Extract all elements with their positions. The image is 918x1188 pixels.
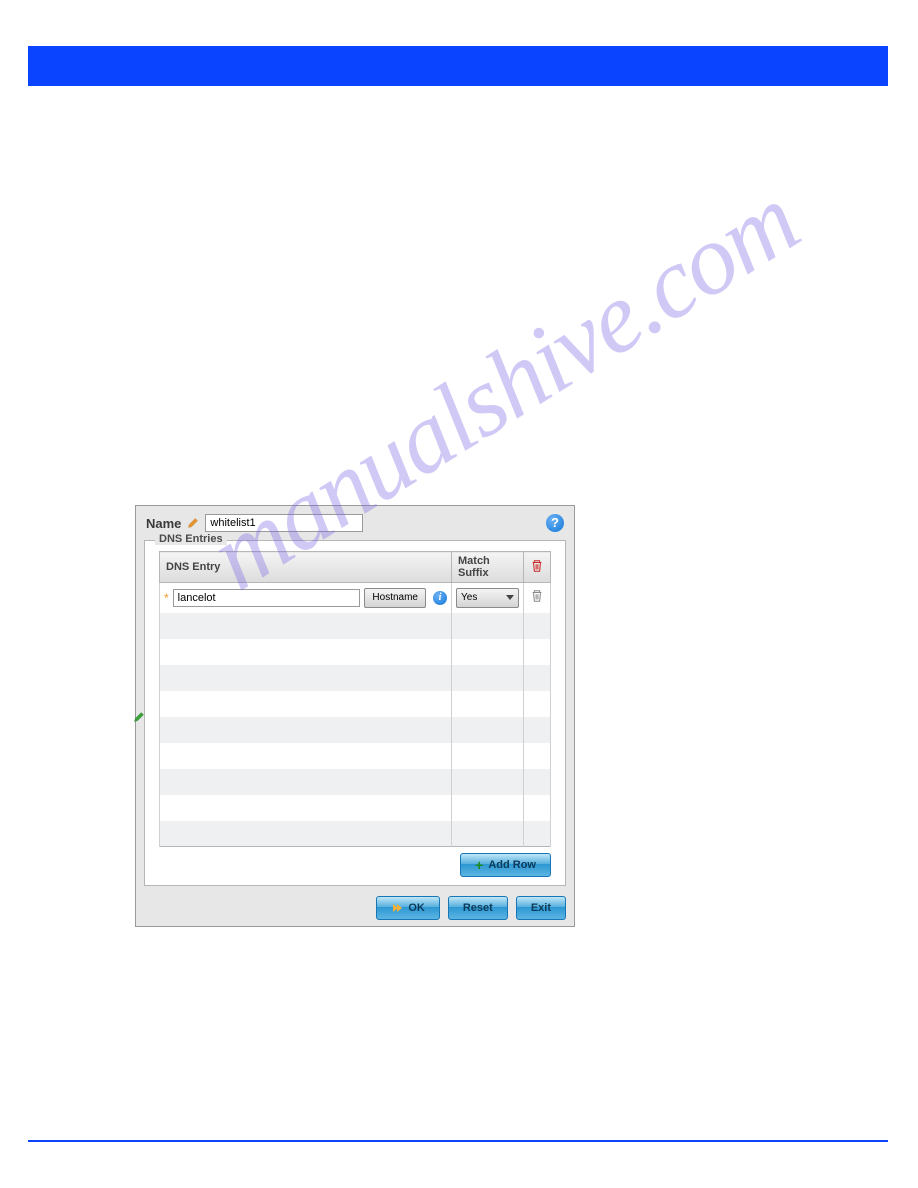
name-input[interactable] bbox=[205, 514, 363, 532]
table-row bbox=[160, 821, 551, 847]
delete-row-icon[interactable] bbox=[530, 589, 544, 603]
chevron-down-icon bbox=[506, 595, 514, 600]
col-header-entry: DNS Entry bbox=[160, 552, 452, 583]
dialog-buttons: OK Reset Exit bbox=[142, 892, 568, 920]
dns-entries-fieldset: DNS Entries DNS Entry Match Suffix bbox=[144, 540, 566, 886]
help-icon[interactable]: ? bbox=[546, 514, 564, 532]
col-header-suffix: Match Suffix bbox=[452, 552, 524, 583]
add-row-button[interactable]: + Add Row bbox=[460, 853, 551, 877]
dns-whitelist-panel: Name ? DNS Entries DNS Entry Match Suffi… bbox=[135, 505, 575, 927]
table-row: * Hostname i Yes bbox=[160, 583, 551, 613]
match-suffix-value: Yes bbox=[461, 592, 477, 603]
ok-label: OK bbox=[408, 902, 425, 914]
dns-entries-table: DNS Entry Match Suffix * Hos bbox=[159, 551, 551, 847]
delete-all-icon[interactable] bbox=[530, 559, 544, 573]
table-row bbox=[160, 743, 551, 769]
top-blue-bar bbox=[28, 46, 888, 86]
info-icon[interactable]: i bbox=[433, 591, 447, 605]
col-header-delete[interactable] bbox=[524, 552, 551, 583]
ok-button[interactable]: OK bbox=[376, 896, 440, 920]
fieldset-legend: DNS Entries bbox=[155, 533, 227, 545]
entry-type-button[interactable]: Hostname bbox=[364, 588, 426, 608]
footer-rule bbox=[28, 1140, 888, 1142]
ok-chevrons-icon bbox=[391, 903, 403, 913]
dns-entry-input[interactable] bbox=[173, 589, 361, 607]
table-row bbox=[160, 795, 551, 821]
reset-button[interactable]: Reset bbox=[448, 896, 508, 920]
reset-label: Reset bbox=[463, 902, 493, 914]
add-row-label: Add Row bbox=[488, 859, 536, 871]
exit-button[interactable]: Exit bbox=[516, 896, 566, 920]
edit-entries-icon[interactable] bbox=[133, 711, 145, 723]
plus-icon: + bbox=[475, 858, 483, 872]
table-row bbox=[160, 665, 551, 691]
table-row bbox=[160, 639, 551, 665]
table-row bbox=[160, 691, 551, 717]
match-suffix-select[interactable]: Yes bbox=[456, 588, 519, 608]
exit-label: Exit bbox=[531, 902, 551, 914]
edit-name-icon[interactable] bbox=[187, 517, 199, 529]
table-row bbox=[160, 613, 551, 639]
table-row bbox=[160, 717, 551, 743]
required-star-icon: * bbox=[164, 591, 169, 605]
table-row bbox=[160, 769, 551, 795]
name-label: Name bbox=[146, 516, 181, 531]
